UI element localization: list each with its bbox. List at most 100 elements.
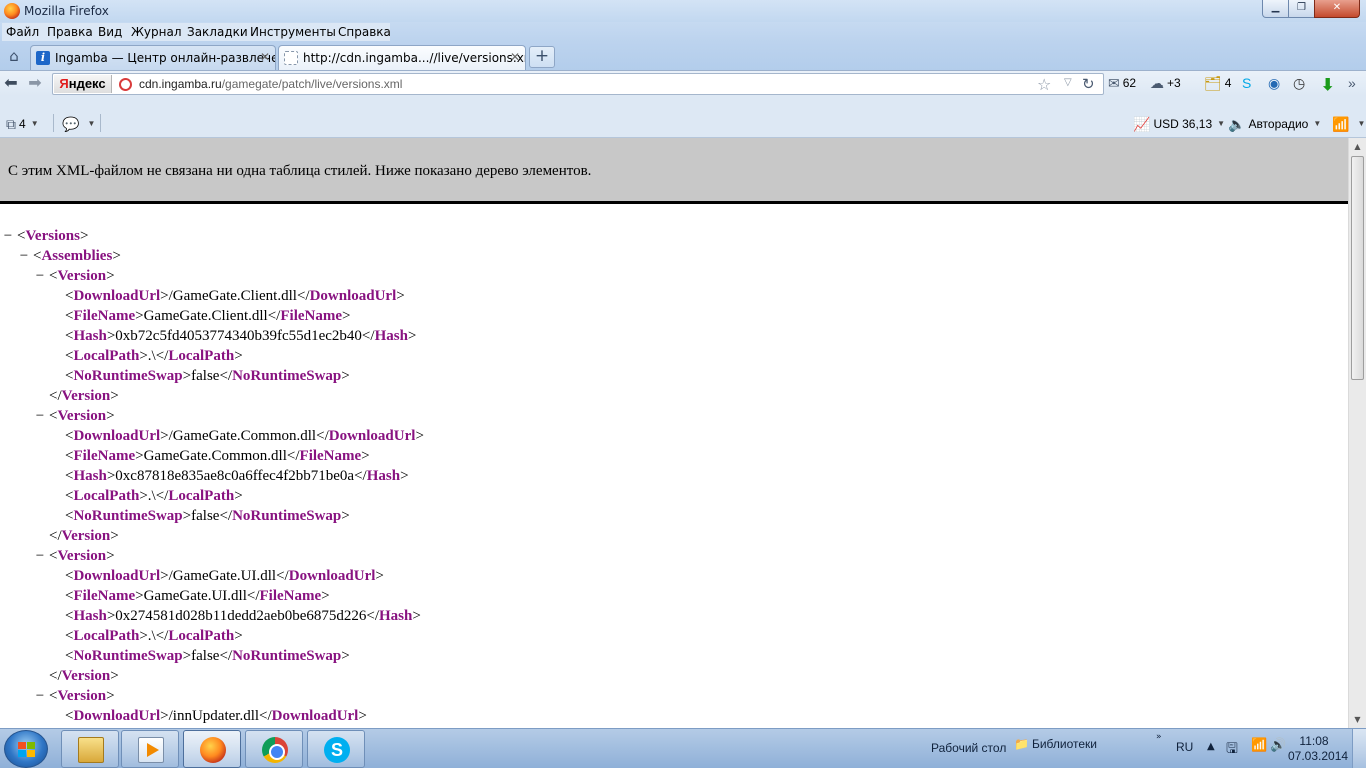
collapse-toggle-icon[interactable]: − xyxy=(34,686,46,706)
skype-addon-button[interactable]: S xyxy=(1242,75,1254,93)
xml-bracket: </ xyxy=(219,508,233,524)
xml-bracket: > xyxy=(412,608,421,624)
share-button[interactable]: ⧉ 4 ▼ xyxy=(6,116,39,134)
tray-clock[interactable]: 11:08 07.03.2014 xyxy=(1288,734,1348,764)
collapse-toggle-icon[interactable]: − xyxy=(34,546,46,566)
scrollbar-thumb[interactable] xyxy=(1351,156,1364,380)
history-clock-button[interactable]: ◷ xyxy=(1293,75,1308,93)
collapse-toggle-icon[interactable]: − xyxy=(2,226,14,246)
xml-line-content: <LocalPath>.\</LocalPath> xyxy=(65,346,243,366)
signal-button[interactable]: 📶 ▼ xyxy=(1332,116,1365,134)
xml-bracket: > xyxy=(341,508,350,524)
xml-bracket: > xyxy=(321,588,330,604)
toolbar-chevron-icon[interactable]: » xyxy=(1156,732,1162,742)
bookmark-star-icon[interactable]: ☆ xyxy=(1037,75,1051,94)
weather-temp: +3 xyxy=(1167,76,1181,90)
yandex-search-logo[interactable]: Яндекс xyxy=(54,75,112,93)
xml-value: 0x274581d028b11dedd2aeb0be6875d226 xyxy=(115,608,367,624)
folder-icon xyxy=(78,737,104,763)
xml-line-content: <NoRuntimeSwap>false</NoRuntimeSwap> xyxy=(65,506,350,526)
menu-bar: Файл Правка Вид Журнал Закладки Инструме… xyxy=(0,22,1366,42)
xml-bracket: > xyxy=(110,388,119,404)
xml-tag-name: NoRuntimeSwap xyxy=(232,648,342,664)
tab-close-icon[interactable]: ✕ xyxy=(509,50,521,64)
taskbar-media-player[interactable] xyxy=(121,730,179,768)
new-tab-button[interactable]: + xyxy=(529,46,555,68)
menu-file[interactable]: Файл xyxy=(6,25,39,39)
addon-button[interactable]: ◉ xyxy=(1268,75,1283,93)
menu-view[interactable]: Вид xyxy=(98,25,122,39)
taskbar-firefox[interactable] xyxy=(183,730,241,768)
xml-bracket: </ xyxy=(361,328,375,344)
network-icon[interactable]: 📶 xyxy=(1251,738,1267,753)
cards-button[interactable]: 🗂 4 xyxy=(1204,75,1231,93)
xml-tag-name: LocalPath xyxy=(73,348,140,364)
url-text[interactable]: cdn.ingamba.ru/gamegate/patch/live/versi… xyxy=(139,77,402,91)
collapse-toggle-icon[interactable]: − xyxy=(18,246,30,266)
xml-bracket: > xyxy=(139,348,148,364)
xml-tag-name: LocalPath xyxy=(168,488,235,504)
taskbar-skype[interactable]: S xyxy=(307,730,365,768)
menu-help[interactable]: Справка xyxy=(338,25,391,39)
downloads-button[interactable]: ⬇ xyxy=(1321,75,1337,94)
show-desktop-button[interactable] xyxy=(1352,729,1366,768)
taskbar-explorer[interactable] xyxy=(61,730,119,768)
libraries-toolbar[interactable]: 📁 Библиотеки xyxy=(1014,737,1097,751)
currency-button[interactable]: 📈 USD 36,13 ▼ xyxy=(1133,116,1225,134)
language-indicator[interactable]: RU xyxy=(1176,740,1193,754)
xml-tag-name: Hash xyxy=(73,468,107,484)
xml-bracket: > xyxy=(79,228,89,244)
show-hidden-icons-icon[interactable]: ▲ xyxy=(1207,741,1215,752)
toolbar-divider xyxy=(100,114,101,132)
xml-bracket: > xyxy=(400,468,409,484)
xml-notice-banner: С этим XML-файлом не связана ни одна таб… xyxy=(0,138,1348,204)
tab-versions-xml[interactable]: http://cdn.ingamba...//live/versions.xml… xyxy=(278,45,526,70)
xml-tag-name: Hash xyxy=(374,328,408,344)
url-history-dropdown-icon[interactable]: ▽ xyxy=(1064,77,1072,88)
comments-button[interactable]: 💬 ▼ xyxy=(62,116,95,134)
reload-icon[interactable]: ↻ xyxy=(1082,75,1095,93)
maximize-button[interactable]: ❐ xyxy=(1288,0,1315,18)
vertical-scrollbar[interactable]: ▲ ▼ xyxy=(1348,138,1366,728)
xml-bracket: > xyxy=(234,348,243,364)
xml-bracket: > xyxy=(341,648,350,664)
start-button[interactable] xyxy=(4,730,48,768)
forward-arrow-icon[interactable]: ➡ xyxy=(26,74,44,92)
weather-button[interactable]: ☁ +3 xyxy=(1150,75,1181,93)
xml-bracket: > xyxy=(160,708,169,724)
collapse-toggle-icon[interactable]: − xyxy=(34,266,46,286)
xml-bracket: > xyxy=(106,688,115,704)
scroll-down-icon[interactable]: ▼ xyxy=(1349,711,1366,728)
tab-bar: ⌂ i Ingamba — Центр онлайн-развлече... ✕… xyxy=(0,42,1366,70)
xml-value: false xyxy=(191,508,220,524)
xml-bracket: > xyxy=(106,408,115,424)
menu-edit[interactable]: Правка xyxy=(47,25,93,39)
media-player-icon xyxy=(138,737,164,763)
device-tray-icon[interactable]: 🖫 xyxy=(1226,738,1238,762)
desktop-toolbar-label[interactable]: Рабочий стол xyxy=(931,741,1006,755)
site-identity-icon[interactable] xyxy=(119,78,132,91)
address-bar[interactable]: Яндекс cdn.ingamba.ru/gamegate/patch/liv… xyxy=(52,73,1104,95)
taskbar-chrome[interactable] xyxy=(245,730,303,768)
home-icon[interactable]: ⌂ xyxy=(4,46,24,66)
xml-line-content: <DownloadUrl>/GameGate.UI.dll</DownloadU… xyxy=(65,566,384,586)
menu-bookmarks[interactable]: Закладки xyxy=(187,25,248,39)
mail-button[interactable]: ✉ 62 xyxy=(1108,75,1136,93)
xml-value: GameGate.UI.dll xyxy=(143,588,247,604)
scroll-up-icon[interactable]: ▲ xyxy=(1349,138,1366,155)
back-arrow-icon[interactable]: ⬅ xyxy=(2,74,20,92)
collapse-toggle-icon[interactable]: − xyxy=(34,406,46,426)
xml-bracket: </ xyxy=(296,288,310,304)
menu-history[interactable]: Журнал xyxy=(131,25,182,39)
radio-button[interactable]: 🔈 Авторадио ▼ xyxy=(1228,116,1321,134)
addon-icon: ◉ xyxy=(1268,75,1281,91)
minimize-button[interactable]: ▁ xyxy=(1262,0,1289,18)
xml-line-content: </Version> xyxy=(49,386,119,406)
volume-icon[interactable]: 🔊 xyxy=(1270,738,1286,753)
xml-tag-name: Version xyxy=(57,268,107,284)
overflow-menu-button[interactable]: » xyxy=(1348,75,1359,93)
tab-close-icon[interactable]: ✕ xyxy=(259,50,271,64)
tab-ingamba[interactable]: i Ingamba — Центр онлайн-развлече... ✕ xyxy=(30,45,276,70)
menu-tools[interactable]: Инструменты xyxy=(250,25,336,39)
close-window-button[interactable]: ✕ xyxy=(1314,0,1360,18)
